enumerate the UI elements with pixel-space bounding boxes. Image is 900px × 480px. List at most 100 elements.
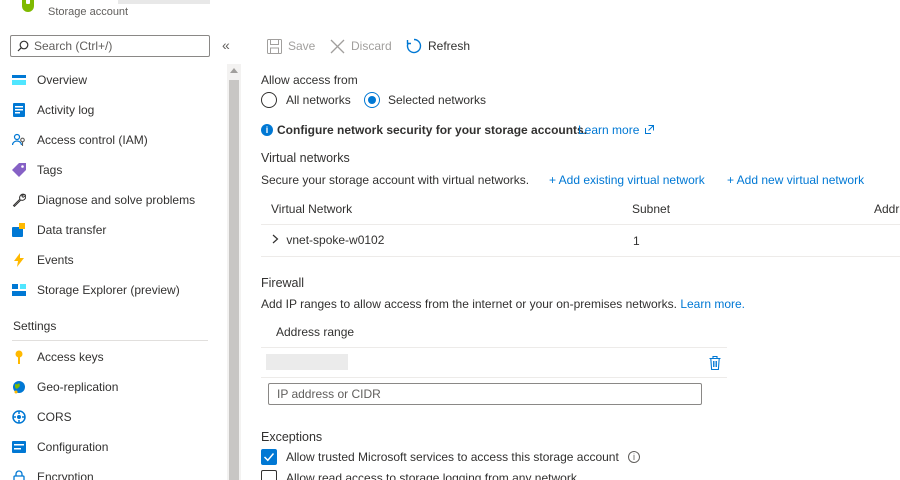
nav-item-label: Geo-replication (37, 380, 119, 394)
ip-address-input[interactable]: IP address or CIDR (268, 383, 702, 405)
firewall-learn-more-link[interactable]: Learn more. (680, 297, 745, 311)
firewall-description-text: Add IP ranges to allow access from the i… (261, 297, 677, 311)
nav-item-geo-replication[interactable]: Geo-replication (0, 373, 226, 401)
vnet-name: vnet-spoke-w0102 (286, 233, 385, 247)
nav-item-overview[interactable]: Overview (0, 66, 226, 94)
trusted-services-checkbox[interactable] (261, 449, 277, 465)
nav-item-encryption[interactable]: Encryption (0, 463, 226, 480)
table-divider (261, 347, 727, 348)
scroll-up-arrow-icon[interactable] (230, 68, 238, 73)
nav-item-label: Overview (37, 73, 88, 87)
nav-item-label: CORS (37, 410, 72, 424)
blade-header: Storage account (0, 0, 900, 26)
nav-item-diagnose[interactable]: Diagnose and solve problems (0, 186, 226, 214)
vnet-subnet: 1 (633, 234, 640, 248)
virtual-networks-heading: Virtual networks (261, 151, 350, 165)
checkmark-icon (263, 453, 275, 462)
save-button[interactable]: Save (267, 36, 315, 56)
exceptions-heading: Exceptions (261, 430, 323, 444)
firewall-heading: Firewall (261, 276, 305, 290)
nav-item-label: Activity log (37, 103, 95, 117)
globe-icon (11, 379, 27, 395)
search-icon (17, 40, 29, 52)
nav-scrollbar[interactable] (227, 64, 241, 480)
nav-item-events[interactable]: Events (0, 246, 226, 274)
activity-log-icon (11, 102, 27, 118)
refresh-label: Refresh (428, 39, 471, 53)
column-header-address-range: Address range (276, 325, 355, 339)
discard-icon (330, 39, 345, 53)
resource-type-label: Storage account (48, 6, 129, 18)
read-logging-label[interactable]: Allow read access to storage logging fro… (286, 471, 577, 480)
table-divider (261, 224, 900, 225)
column-header-address: Addr (874, 202, 900, 216)
learn-more-text: Learn more (578, 123, 640, 137)
nav-heading-settings: Settings (13, 319, 57, 333)
access-control-icon (11, 132, 27, 148)
resource-menu: Overview Activity log Access control (IA… (0, 66, 226, 480)
discard-label: Discard (351, 39, 392, 53)
nav-item-label: Access keys (37, 350, 104, 364)
column-header-virtual-network: Virtual Network (271, 202, 353, 216)
resource-name-redacted (118, 0, 210, 4)
radio-selected-networks[interactable] (364, 92, 380, 108)
info-icon: i (261, 124, 273, 136)
allow-access-heading: Allow access from (261, 73, 358, 87)
lightning-icon (11, 252, 27, 268)
table-divider (261, 256, 900, 257)
table-row[interactable]: vnet-spoke-w0102 (272, 233, 384, 247)
nav-item-label: Encryption (37, 470, 94, 480)
info-text: Configure network security for your stor… (277, 123, 588, 137)
discard-button[interactable]: Discard (330, 36, 392, 56)
nav-item-access-keys[interactable]: Access keys (0, 343, 226, 371)
refresh-button[interactable]: Refresh (406, 36, 470, 56)
tag-icon (11, 162, 27, 178)
tooltip-info-icon[interactable]: i (628, 451, 640, 463)
nav-item-label: Configuration (37, 440, 109, 454)
collapse-menu-button[interactable]: « (222, 37, 230, 53)
nav-item-label: Diagnose and solve problems (37, 193, 196, 207)
search-input[interactable]: Search (Ctrl+/) (10, 35, 210, 57)
key-icon (11, 349, 27, 365)
overview-icon (11, 72, 27, 88)
nav-item-label: Storage Explorer (preview) (37, 283, 180, 297)
scrollbar-thumb[interactable] (229, 80, 239, 480)
lock-icon (11, 469, 27, 480)
chevron-right-icon[interactable] (272, 234, 279, 244)
radio-all-networks-label[interactable]: All networks (286, 93, 351, 107)
storage-explorer-icon (11, 282, 27, 298)
nav-divider (12, 340, 208, 341)
radio-all-networks[interactable] (261, 92, 277, 108)
nav-item-cors[interactable]: CORS (0, 403, 226, 431)
refresh-icon (406, 38, 422, 54)
cors-icon (11, 409, 27, 425)
nav-item-label: Data transfer (37, 223, 107, 237)
save-label: Save (288, 39, 316, 53)
nav-item-data-transfer[interactable]: Data transfer (0, 216, 226, 244)
save-icon (267, 38, 282, 54)
radio-selected-networks-label[interactable]: Selected networks (388, 93, 486, 107)
nav-item-tags[interactable]: Tags (0, 156, 226, 184)
data-transfer-icon (11, 222, 27, 238)
trusted-services-label[interactable]: Allow trusted Microsoft services to acce… (286, 450, 619, 464)
delete-icon[interactable] (709, 356, 721, 370)
read-logging-checkbox[interactable] (261, 470, 277, 480)
nav-item-access-control[interactable]: Access control (IAM) (0, 126, 226, 154)
firewall-description: Add IP ranges to allow access from the i… (261, 297, 745, 311)
virtual-networks-description: Secure your storage account with virtual… (261, 173, 530, 187)
external-link-icon (644, 125, 654, 134)
add-existing-vnet-link[interactable]: + Add existing virtual network (549, 173, 705, 187)
info-learn-more-link[interactable]: Learn more (578, 123, 654, 137)
nav-item-configuration[interactable]: Configuration (0, 433, 226, 461)
nav-item-label: Tags (37, 163, 63, 177)
nav-item-activity-log[interactable]: Activity log (0, 96, 226, 124)
address-range-redacted (266, 354, 348, 370)
nav-item-storage-explorer[interactable]: Storage Explorer (preview) (0, 276, 226, 304)
add-new-vnet-link[interactable]: + Add new virtual network (727, 173, 864, 187)
table-divider (261, 377, 727, 378)
search-placeholder: Search (Ctrl+/) (34, 39, 113, 53)
storage-account-icon (22, 0, 34, 12)
nav-item-label: Access control (IAM) (37, 133, 148, 147)
wrench-icon (11, 192, 27, 208)
nav-item-label: Events (37, 253, 74, 267)
